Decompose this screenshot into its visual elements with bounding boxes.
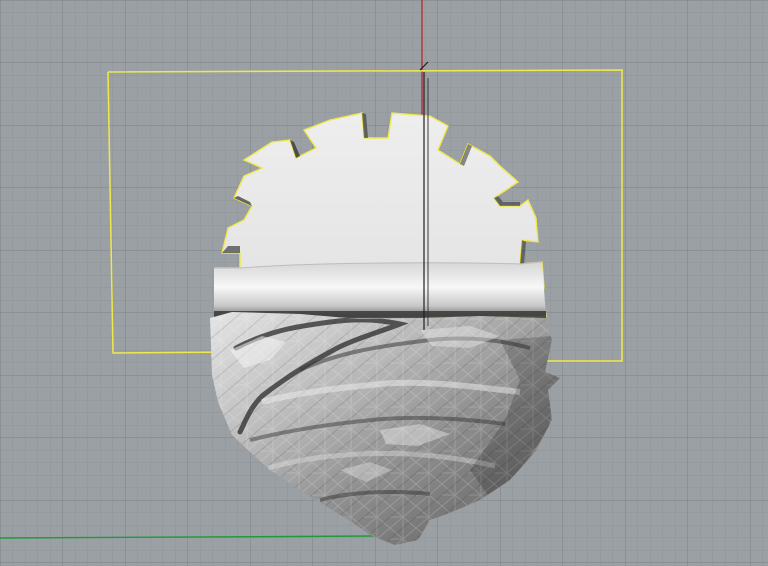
perspective-viewport[interactable] [0, 0, 768, 566]
bent-band-surface[interactable] [214, 261, 546, 318]
viewport-canvas[interactable] [0, 0, 768, 566]
